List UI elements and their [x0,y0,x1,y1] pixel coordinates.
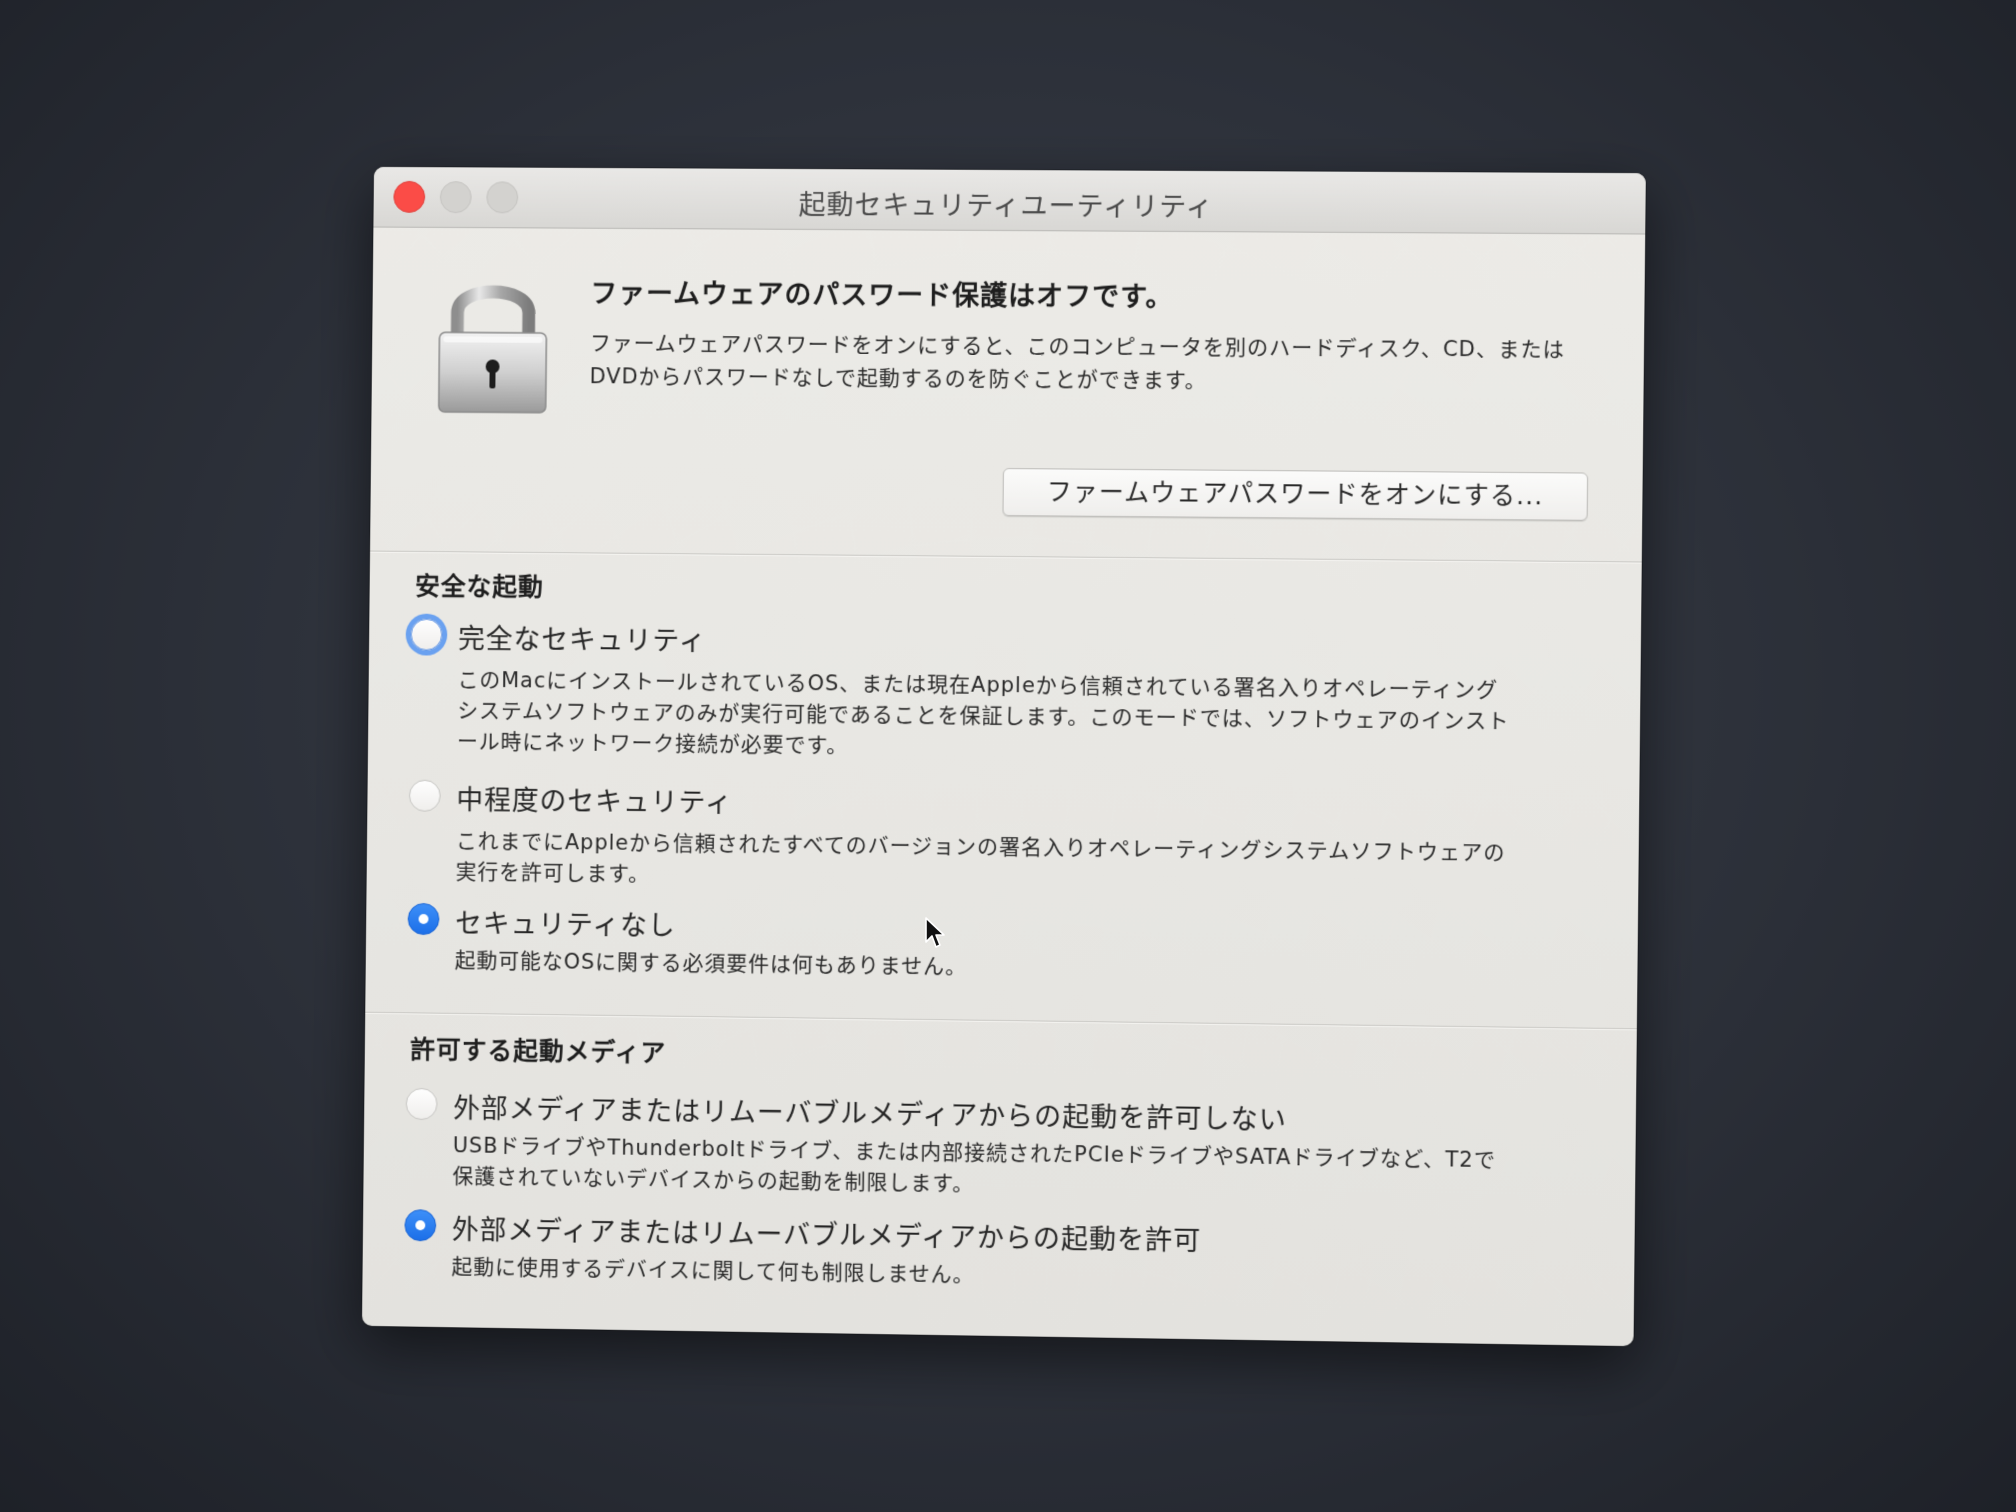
disallow-external-boot-description: USBドライブやThunderboltドライブ、または内部接続されたPCIeドラ… [452,1133,1497,1196]
no-security-label[interactable]: セキュリティなし [455,901,676,943]
medium-security-label[interactable]: 中程度のセキュリティ [456,778,733,820]
window-title: 起動セキュリティユーティリティ [798,189,1214,224]
full-security-radio[interactable] [410,618,443,651]
full-security-description: このMacにインストールされているOS、または現在Appleから信頼されている署… [456,667,1510,758]
option-allow-external-boot[interactable]: 外部メディアまたはリムーバブルメディアからの起動を許可 起動に使用するデバイスに… [404,1207,1554,1287]
option-medium-security[interactable]: 中程度のセキュリティ これまでにAppleから信頼されたすべてのバージョンの署名… [408,778,1558,886]
option-full-security[interactable]: 完全なセキュリティ このMacにインストールされているOS、または現在Apple… [410,617,1560,757]
firmware-status-title: ファームウェアのパスワード保護はオフです。 [590,278,1174,314]
allow-external-boot-label[interactable]: 外部メディアまたはリムーバブルメディアからの起動を許可 [452,1208,1202,1258]
startup-security-window: 起動セキュリティユーティリティ ファームウェアのパスワード保護はオフです。 ファ… [361,166,1646,1347]
secure-boot-title: 安全な起動 [414,571,544,602]
boot-media-title: 許可する起動メディア [410,1035,667,1068]
medium-security-description: これまでにAppleから信頼されたすべてのバージョンの署名入りオペレーティングシ… [455,828,1506,886]
medium-security-radio[interactable] [408,779,441,812]
turn-on-firmware-password-button[interactable]: ファームウェアパスワードをオンにする... [1002,468,1589,521]
divider [370,550,1642,563]
lock-icon [433,269,553,419]
divider [365,1011,1637,1030]
disallow-external-boot-label[interactable]: 外部メディアまたはリムーバブルメディアからの起動を許可しない [453,1087,1287,1138]
title-bar[interactable]: 起動セキュリティユーティリティ [373,166,1646,235]
cursor-icon [925,917,945,948]
allow-external-boot-radio[interactable] [404,1209,437,1242]
disallow-external-boot-radio[interactable] [405,1087,438,1121]
firmware-description: ファームウェアパスワードをオンにすると、このコンピュータを別のハードディスク、C… [589,331,1566,393]
no-security-description: 起動可能なOSに関する必須要件は何もありません。 [454,948,968,979]
option-disallow-external-boot[interactable]: 外部メディアまたはリムーバブルメディアからの起動を許可しない USBドライブやT… [405,1086,1555,1196]
full-security-label[interactable]: 完全なセキュリティ [458,617,707,658]
allow-external-boot-description: 起動に使用するデバイスに関して何も制限しません。 [451,1254,975,1287]
option-no-security[interactable]: セキュリティなし 起動可能なOSに関する必須要件は何もありません。 [407,901,1557,979]
no-security-radio[interactable] [407,902,440,936]
